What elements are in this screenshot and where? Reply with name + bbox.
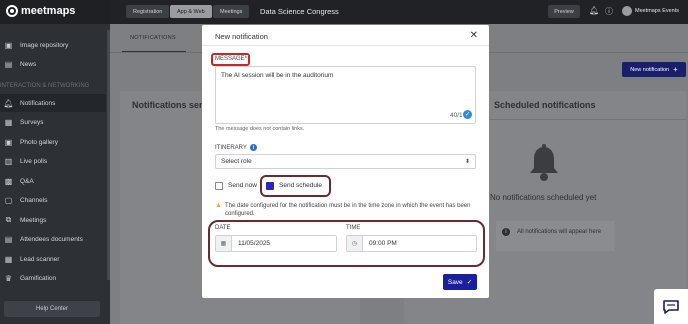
logo-icon bbox=[6, 5, 18, 17]
notifications-bell-icon[interactable]: 🔔︎ bbox=[589, 6, 599, 15]
tab-registration[interactable]: Registration bbox=[126, 5, 170, 18]
sidebar-item-label: Meetings bbox=[20, 216, 47, 224]
time-value: 09:00 PM bbox=[369, 240, 397, 247]
date-label: DATE bbox=[215, 225, 231, 231]
top-bar: Registration App & Web Meetings Data Sci… bbox=[110, 0, 688, 24]
modal-header: New notification ✕ bbox=[202, 25, 489, 46]
avatar bbox=[622, 6, 632, 16]
send-now-label: Send now bbox=[228, 182, 257, 189]
sidebar-item-channels[interactable]: ▢ Channels bbox=[0, 191, 106, 209]
info-icon: i bbox=[502, 228, 510, 236]
bell-icon: 🔔︎ bbox=[3, 98, 14, 108]
date-input[interactable]: ▦ 11/05/2025 bbox=[215, 235, 337, 252]
poll-icon: ▥ bbox=[4, 156, 13, 166]
sidebar-section-label: INTERACTION & NETWORKING bbox=[0, 83, 90, 89]
timezone-warning: The date configured for the notification… bbox=[225, 203, 471, 218]
sidebar-item-meetings[interactable]: ⧉ Meetings bbox=[0, 211, 106, 229]
char-counter: 40/1 bbox=[450, 112, 463, 119]
close-icon[interactable]: ✕ bbox=[470, 30, 478, 41]
sidebar-item-lead-scanner[interactable]: ▦ Lead scanner bbox=[0, 250, 106, 268]
send-schedule-label: Send schedule bbox=[279, 182, 323, 189]
news-icon: ▤ bbox=[4, 59, 13, 69]
help-center-button[interactable]: Help Center bbox=[4, 301, 100, 317]
trophy-icon: ♛ bbox=[4, 273, 13, 283]
sidebar-item-label: Image repository bbox=[20, 41, 69, 49]
message-label: MESSAGE* bbox=[215, 56, 248, 62]
brand-logo[interactable]: meetmaps bbox=[6, 5, 75, 17]
info-icon[interactable]: ⓘ bbox=[605, 6, 613, 17]
document-icon: ▤ bbox=[4, 234, 13, 244]
sidebar-item-news[interactable]: ▤ News bbox=[0, 55, 106, 73]
sidebar-item-label: Channels bbox=[20, 196, 48, 204]
channel-icon: ▢ bbox=[4, 195, 13, 205]
check-icon: ✓ bbox=[463, 110, 472, 119]
sidebar-item-label: Gamification bbox=[20, 274, 57, 282]
sidebar-item-qa[interactable]: ▩ Q&A bbox=[0, 172, 106, 190]
tab-app-web[interactable]: App & Web bbox=[170, 5, 212, 18]
sidebar: meetmaps ▣ Image repository ▤ News INTER… bbox=[0, 0, 110, 324]
sort-arrows-icon: ⬍ bbox=[464, 159, 470, 165]
chat-icon bbox=[663, 299, 679, 314]
send-schedule-checkbox[interactable] bbox=[266, 182, 274, 190]
save-label: Save bbox=[447, 278, 463, 286]
bell-icon bbox=[530, 144, 558, 181]
event-name: Data Science Congress bbox=[260, 7, 339, 16]
warning-icon: ▲ bbox=[215, 202, 222, 209]
message-help-text: The message does not contain links. bbox=[215, 126, 305, 132]
sidebar-item-image-repository[interactable]: ▣ Image repository bbox=[0, 36, 106, 54]
survey-icon: ▦ bbox=[4, 117, 13, 127]
empty-state-info: i All notifications will appear here bbox=[496, 221, 614, 251]
sidebar-item-photo-gallery[interactable]: ▣ Photo gallery bbox=[0, 133, 106, 151]
sidebar-item-label: News bbox=[20, 60, 37, 68]
user-menu[interactable]: Meetmaps Events bbox=[622, 6, 679, 16]
chat-widget[interactable] bbox=[654, 289, 688, 324]
tab-meetings[interactable]: Meetings bbox=[213, 5, 250, 18]
sidebar-item-live-polls[interactable]: ▥ Live polls bbox=[0, 152, 106, 170]
role-select-value: Select role bbox=[221, 158, 252, 165]
itinerary-label-text: ITINERARY bbox=[215, 144, 247, 151]
handshake-icon: ⧉ bbox=[5, 215, 12, 224]
brand-name: meetmaps bbox=[21, 5, 76, 17]
new-notification-modal: New notification ✕ MESSAGE* The AI sessi… bbox=[202, 25, 489, 298]
clock-icon: ◷ bbox=[347, 236, 363, 251]
new-notification-label: New notification bbox=[630, 66, 670, 73]
time-label: TIME bbox=[346, 225, 361, 231]
save-button[interactable]: Save ✓ bbox=[443, 274, 477, 290]
date-value: 11/05/2025 bbox=[238, 240, 271, 247]
time-input[interactable]: ◷ 09:00 PM bbox=[346, 235, 477, 252]
info-icon[interactable]: i bbox=[249, 144, 257, 151]
send-now-checkbox[interactable] bbox=[215, 182, 223, 190]
sidebar-item-label: Photo gallery bbox=[20, 138, 58, 146]
role-select[interactable]: Select role ⬍ bbox=[215, 154, 476, 169]
new-notification-button[interactable]: New notification + bbox=[622, 62, 686, 77]
photo-icon: ▣ bbox=[4, 137, 13, 147]
modal-title: New notification bbox=[215, 32, 268, 41]
sidebar-header: meetmaps bbox=[0, 0, 110, 24]
check-icon: ✓ bbox=[466, 279, 473, 286]
scanner-icon: ▦ bbox=[4, 254, 13, 264]
message-textarea[interactable]: The AI session will be in the auditorium bbox=[215, 66, 476, 124]
scheduled-card-title: Scheduled notifications bbox=[494, 100, 596, 110]
qa-icon: ▩ bbox=[4, 176, 13, 186]
sidebar-item-label: Notifications bbox=[20, 99, 56, 107]
sidebar-item-label: Surveys bbox=[20, 118, 44, 126]
sidebar-item-surveys[interactable]: ▦ Surveys bbox=[0, 113, 106, 131]
sidebar-item-attendees-documents[interactable]: ▤ Attendees documents bbox=[0, 230, 106, 248]
sent-card-title: Notifications sent bbox=[132, 100, 208, 110]
sidebar-item-label: Attendees documents bbox=[20, 235, 83, 243]
empty-state-title: No notifications scheduled yet bbox=[490, 193, 597, 202]
calendar-icon: ▦ bbox=[216, 236, 232, 251]
sidebar-item-gamification[interactable]: ♛ Gamification bbox=[0, 269, 106, 287]
sidebar-item-label: Live polls bbox=[20, 157, 48, 165]
empty-state-info-text: All notifications will appear here bbox=[517, 229, 602, 235]
sidebar-item-label: Q&A bbox=[20, 177, 34, 185]
sidebar-item-notifications[interactable]: 🔔︎ Notifications bbox=[0, 94, 106, 112]
tab-notifications[interactable]: NOTIFICATIONS bbox=[130, 35, 176, 41]
preview-button[interactable]: Preview bbox=[548, 5, 580, 18]
itinerary-label: ITINERARY i bbox=[215, 144, 257, 151]
user-name: Meetmaps Events bbox=[635, 8, 680, 14]
image-icon: ▣ bbox=[4, 40, 13, 50]
sidebar-item-label: Lead scanner bbox=[20, 255, 60, 263]
plus-icon: + bbox=[673, 65, 678, 74]
